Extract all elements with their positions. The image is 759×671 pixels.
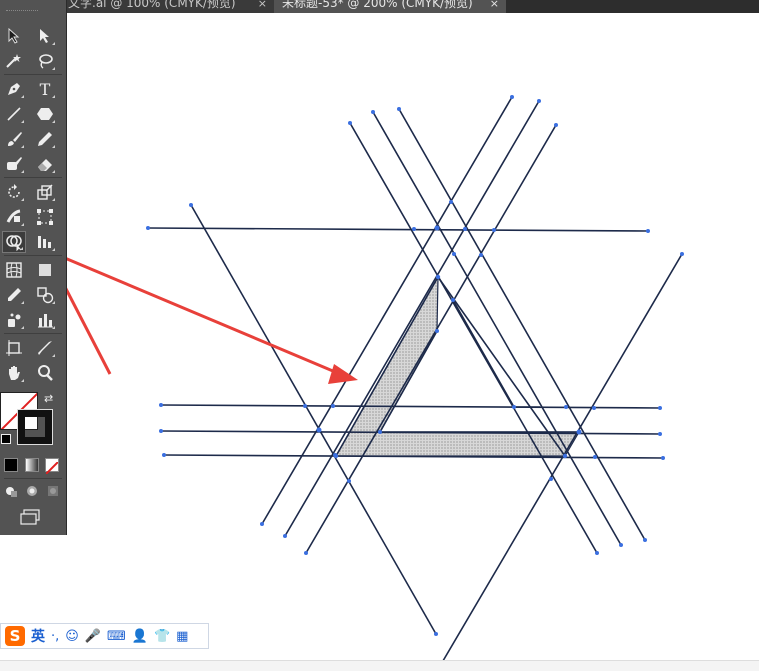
grid-icon[interactable]: ▦: [176, 629, 188, 644]
pencil-tool-icon[interactable]: [33, 128, 57, 150]
tab-document-1[interactable]: 文字.ai @ 100% (CMYK/预览) ×: [60, 0, 274, 13]
pen-tool-icon[interactable]: [2, 78, 26, 100]
ime-punctuation-toggle[interactable]: ·,: [51, 629, 59, 644]
screen-mode-icon[interactable]: [16, 507, 44, 527]
stroke-swatch[interactable]: [17, 409, 53, 445]
eraser-tool-icon[interactable]: [33, 153, 57, 175]
ime-toolbar: S 英 ·, ☺ 🎤 ⌨ 👤 👕 ▦: [0, 623, 209, 649]
selection-tool-icon[interactable]: [2, 25, 26, 47]
none-mode-icon[interactable]: [45, 458, 59, 475]
draw-normal-icon[interactable]: [1, 482, 21, 500]
ellipse-tool-icon[interactable]: [33, 103, 57, 125]
rotate-tool-icon[interactable]: [2, 181, 26, 203]
free-transform-tool-icon[interactable]: [33, 206, 57, 228]
swap-fill-stroke-icon[interactable]: ⇄: [44, 392, 53, 405]
close-icon[interactable]: ×: [258, 0, 267, 10]
annotation-arrows: [34, 238, 358, 384]
hand-tool-icon[interactable]: [2, 362, 26, 384]
line-segment-tool-icon[interactable]: [2, 103, 26, 125]
shape-builder-tool-icon[interactable]: [2, 231, 26, 253]
gradient-tool-icon[interactable]: [33, 259, 57, 281]
document-tab-bar: 文字.ai @ 100% (CMYK/预览) × 未标题-53* @ 200% …: [0, 0, 759, 13]
user-icon[interactable]: 👤: [132, 629, 148, 644]
keyboard-icon[interactable]: ⌨: [107, 629, 126, 644]
lasso-tool-icon[interactable]: [33, 50, 57, 72]
close-icon[interactable]: ×: [490, 0, 499, 10]
eyedropper-tool-icon[interactable]: [2, 284, 26, 306]
color-mode-icon[interactable]: [4, 458, 18, 472]
microphone-icon[interactable]: 🎤: [85, 629, 101, 644]
draw-inside-icon[interactable]: [43, 482, 63, 500]
tools-panel: T ⇄: [0, 0, 67, 535]
perspective-grid-tool-icon[interactable]: [33, 231, 57, 253]
tab-document-2[interactable]: 未标题-53* @ 200% (CMYK/预览) ×: [274, 0, 506, 13]
fill-stroke-swatches: ⇄: [0, 392, 66, 452]
artboard-tool-icon[interactable]: [2, 337, 26, 359]
scale-tool-icon[interactable]: [33, 181, 57, 203]
gradient-mode-icon[interactable]: [25, 458, 39, 472]
status-strip: [0, 660, 759, 671]
sogou-logo-icon[interactable]: S: [5, 626, 25, 646]
draw-behind-icon[interactable]: [22, 482, 42, 500]
default-fill-stroke-icon[interactable]: [1, 434, 11, 444]
ime-language-toggle[interactable]: 英: [31, 626, 45, 646]
blob-brush-tool-icon[interactable]: [2, 153, 26, 175]
emoji-icon[interactable]: ☺: [65, 629, 79, 644]
magic-wand-tool-icon[interactable]: [2, 50, 26, 72]
mesh-tool-icon[interactable]: [2, 259, 26, 281]
shirt-icon[interactable]: 👕: [154, 629, 170, 644]
construction-lines[interactable]: [147, 96, 683, 667]
tab-label: 文字.ai @ 100% (CMYK/预览): [68, 0, 236, 10]
column-graph-tool-icon[interactable]: [33, 309, 57, 331]
slice-tool-icon[interactable]: [33, 337, 57, 359]
tab-label: 未标题-53* @ 200% (CMYK/预览): [282, 0, 473, 10]
type-tool-icon[interactable]: T: [33, 78, 57, 100]
artboard-canvas[interactable]: [0, 0, 759, 670]
blend-tool-icon[interactable]: [33, 284, 57, 306]
type-tool-glyph: T: [39, 79, 51, 99]
zoom-tool-icon[interactable]: [33, 362, 57, 384]
panel-grip[interactable]: [6, 10, 38, 13]
symbol-sprayer-tool-icon[interactable]: [2, 309, 26, 331]
direct-selection-tool-icon[interactable]: [33, 25, 57, 47]
paintbrush-tool-icon[interactable]: [2, 128, 26, 150]
width-tool-icon[interactable]: [2, 206, 26, 228]
